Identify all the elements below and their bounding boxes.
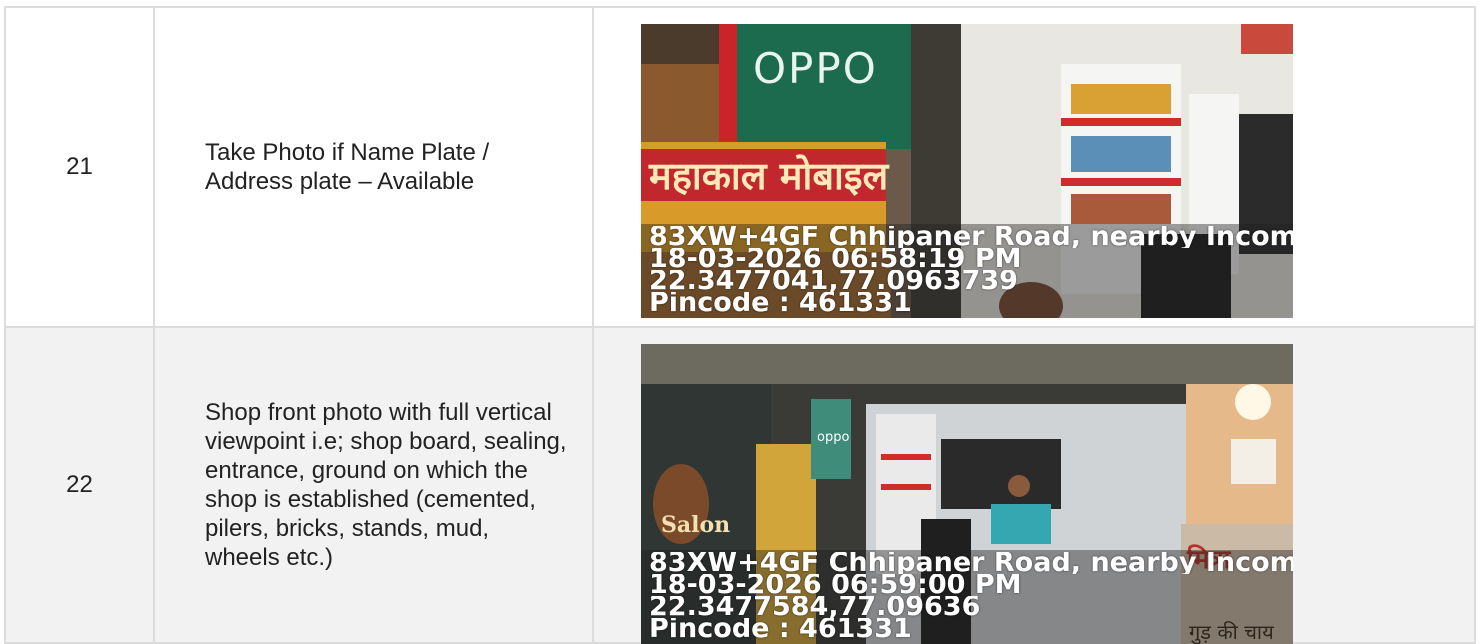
- shop-front-photo[interactable]: oppo Salon मित्रा गुड़ की चाय 83XW+4GF C…: [641, 344, 1293, 644]
- table-row: 22 Shop front photo with full vertical v…: [4, 326, 1476, 644]
- photo-cell: OPPO महाकाल मोबाइल 83XW+4GF Chhipaner Ro…: [592, 6, 1476, 328]
- geotag-overlay: 83XW+4GF Chhipaner Road, nearby Income 1…: [641, 550, 1293, 644]
- geotag-datetime: 18-03-2026 06:59:00 PM: [649, 574, 1022, 596]
- table-row: 21 Take Photo if Name Plate / Address pl…: [4, 6, 1476, 328]
- row-description: Take Photo if Name Plate / Address plate…: [153, 6, 594, 328]
- geotag-pincode: Pincode : 461331: [649, 618, 912, 640]
- salon-sign-text: Salon: [661, 512, 731, 538]
- row-description: Shop front photo with full vertical view…: [153, 326, 594, 644]
- shop-sign-text: महाकाल मोबाइल: [649, 154, 889, 198]
- photo-checklist-table: 21 Take Photo if Name Plate / Address pl…: [4, 6, 1476, 644]
- row-number: 22: [4, 326, 155, 644]
- oppo-sign-text: oppo: [817, 430, 850, 445]
- geotag-address: 83XW+4GF Chhipaner Road, nearby Income: [649, 226, 1293, 248]
- geotag-coordinates: 22.3477041,77.0963739: [649, 270, 1018, 292]
- shop-name-plate-photo[interactable]: OPPO महाकाल मोबाइल 83XW+4GF Chhipaner Ro…: [641, 24, 1293, 318]
- photo-cell: oppo Salon मित्रा गुड़ की चाय 83XW+4GF C…: [592, 326, 1476, 644]
- row-number: 21: [4, 6, 155, 328]
- oppo-sign-text: OPPO: [753, 44, 878, 93]
- geotag-datetime: 18-03-2026 06:58:19 PM: [649, 248, 1022, 270]
- geotag-address: 83XW+4GF Chhipaner Road, nearby Income: [649, 552, 1293, 574]
- geotag-pincode: Pincode : 461331: [649, 292, 912, 314]
- geotag-overlay: 83XW+4GF Chhipaner Road, nearby Income 1…: [641, 224, 1293, 318]
- geotag-coordinates: 22.3477584,77.09636: [649, 596, 981, 618]
